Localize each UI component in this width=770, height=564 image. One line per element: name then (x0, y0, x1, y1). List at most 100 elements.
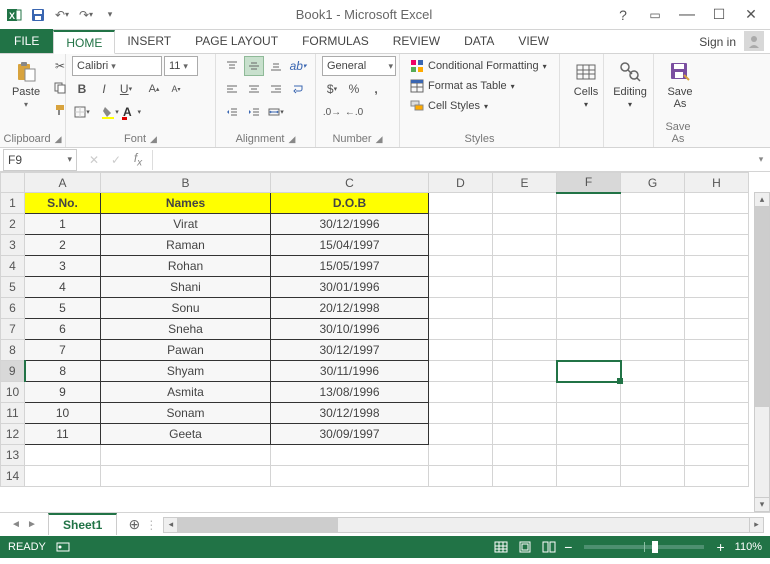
cell-C8[interactable]: 30/12/1997 (271, 340, 429, 361)
formula-input[interactable] (153, 149, 752, 171)
cell-D3[interactable] (429, 235, 493, 256)
cell-G6[interactable] (621, 298, 685, 319)
col-header-B[interactable]: B (101, 173, 271, 193)
cell-F2[interactable] (557, 214, 621, 235)
cell-H5[interactable] (685, 277, 749, 298)
cell-styles-button[interactable]: Cell Styles▾ (406, 98, 551, 114)
cell-C7[interactable]: 30/10/1996 (271, 319, 429, 340)
zoom-in-icon[interactable]: + (712, 539, 728, 555)
cell-B9[interactable]: Shyam (101, 361, 271, 382)
cell-B12[interactable]: Geeta (101, 424, 271, 445)
cell-A4[interactable]: 3 (25, 256, 101, 277)
orientation-icon[interactable]: ab▾ (288, 56, 308, 76)
align-top-icon[interactable] (222, 56, 242, 76)
cell-D9[interactable] (429, 361, 493, 382)
cell-E7[interactable] (493, 319, 557, 340)
cell-F12[interactable] (557, 424, 621, 445)
cell-E2[interactable] (493, 214, 557, 235)
excel-icon[interactable]: X (4, 5, 24, 25)
cell-D6[interactable] (429, 298, 493, 319)
cell-B10[interactable]: Asmita (101, 382, 271, 403)
cell-D12[interactable] (429, 424, 493, 445)
cell-G11[interactable] (621, 403, 685, 424)
tab-insert[interactable]: INSERT (115, 29, 183, 53)
cell-H6[interactable] (685, 298, 749, 319)
cell-B14[interactable] (101, 466, 271, 487)
cell-H8[interactable] (685, 340, 749, 361)
cell-D5[interactable] (429, 277, 493, 298)
cell-C5[interactable]: 30/01/1996 (271, 277, 429, 298)
row-header-2[interactable]: 2 (1, 214, 25, 235)
cell-G5[interactable] (621, 277, 685, 298)
cell-H2[interactable] (685, 214, 749, 235)
cell-D11[interactable] (429, 403, 493, 424)
cell-D13[interactable] (429, 445, 493, 466)
cell-G12[interactable] (621, 424, 685, 445)
vertical-scrollbar[interactable]: ▴▾ (754, 192, 770, 512)
cell-F9[interactable] (557, 361, 621, 382)
sheet-nav-next-icon[interactable]: ► (24, 519, 40, 530)
font-size-combo[interactable]: 11▾ (164, 56, 198, 76)
cell-C4[interactable]: 15/05/1997 (271, 256, 429, 277)
cell-H11[interactable] (685, 403, 749, 424)
cell-B4[interactable]: Rohan (101, 256, 271, 277)
cell-C2[interactable]: 30/12/1996 (271, 214, 429, 235)
col-header-C[interactable]: C (271, 173, 429, 193)
indent-increase-icon[interactable] (244, 102, 264, 122)
wrap-text-icon[interactable] (288, 79, 308, 99)
bold-button[interactable]: B (72, 79, 92, 99)
font-name-combo[interactable]: Calibri▾ (72, 56, 162, 76)
tab-view[interactable]: VIEW (506, 29, 561, 53)
cell-G10[interactable] (621, 382, 685, 403)
file-tab[interactable]: FILE (0, 29, 53, 53)
cell-E5[interactable] (493, 277, 557, 298)
col-header-F[interactable]: F (557, 173, 621, 193)
clipboard-launcher-icon[interactable]: ◢ (55, 134, 62, 145)
underline-button[interactable]: U▾ (116, 79, 136, 99)
percent-format-icon[interactable]: % (344, 79, 364, 99)
cell-H7[interactable] (685, 319, 749, 340)
cell-B3[interactable]: Raman (101, 235, 271, 256)
add-sheet-icon[interactable]: ⊕ (123, 514, 145, 536)
row-header-13[interactable]: 13 (1, 445, 25, 466)
cell-A12[interactable]: 11 (25, 424, 101, 445)
cell-C9[interactable]: 30/11/1996 (271, 361, 429, 382)
font-grow-icon[interactable]: A▴ (144, 79, 164, 99)
cell-F3[interactable] (557, 235, 621, 256)
cell-G4[interactable] (621, 256, 685, 277)
decrease-decimal-icon[interactable]: ←.0 (344, 102, 364, 122)
cell-F11[interactable] (557, 403, 621, 424)
cell-F8[interactable] (557, 340, 621, 361)
cell-G7[interactable] (621, 319, 685, 340)
save-icon[interactable] (28, 5, 48, 25)
maximize-icon[interactable]: ☐ (704, 4, 734, 26)
cell-B1[interactable]: Names (101, 193, 271, 214)
align-middle-icon[interactable] (244, 56, 264, 76)
cell-A6[interactable]: 5 (25, 298, 101, 319)
cell-C1[interactable]: D.O.B (271, 193, 429, 214)
avatar-icon[interactable] (744, 31, 764, 51)
cell-D4[interactable] (429, 256, 493, 277)
row-header-11[interactable]: 11 (1, 403, 25, 424)
cell-A5[interactable]: 4 (25, 277, 101, 298)
cell-G2[interactable] (621, 214, 685, 235)
row-header-14[interactable]: 14 (1, 466, 25, 487)
col-header-A[interactable]: A (25, 173, 101, 193)
cell-B13[interactable] (101, 445, 271, 466)
zoom-out-icon[interactable]: − (560, 539, 576, 555)
indent-decrease-icon[interactable] (222, 102, 242, 122)
merge-center-icon[interactable]: ▾ (266, 102, 286, 122)
cell-E6[interactable] (493, 298, 557, 319)
cell-G9[interactable] (621, 361, 685, 382)
number-launcher-icon[interactable]: ◢ (376, 134, 383, 145)
cell-A3[interactable]: 2 (25, 235, 101, 256)
row-header-10[interactable]: 10 (1, 382, 25, 403)
cell-B8[interactable]: Pawan (101, 340, 271, 361)
cell-E3[interactable] (493, 235, 557, 256)
cell-C3[interactable]: 15/04/1997 (271, 235, 429, 256)
font-shrink-icon[interactable]: A▾ (166, 79, 186, 99)
align-left-icon[interactable] (222, 79, 242, 99)
sheet-tab[interactable]: Sheet1 (48, 513, 117, 535)
align-right-icon[interactable] (266, 79, 286, 99)
paste-button[interactable]: Paste ▾ (6, 56, 46, 113)
